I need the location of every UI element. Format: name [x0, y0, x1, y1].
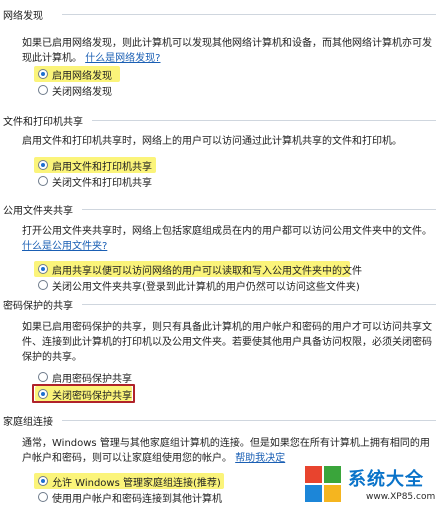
what-is-public-folder-link[interactable]: 什么是公用文件夹? [22, 241, 107, 252]
section-header-homegroup-connections: 家庭组连接 [0, 412, 440, 428]
section-header-public-folder-sharing: 公用文件夹共享 [0, 201, 440, 217]
section-title: 公用文件夹共享 [3, 206, 73, 217]
radio-disable-network-discovery[interactable]: 关闭网络发现 [38, 83, 112, 98]
radio-selected-icon [38, 389, 48, 399]
section-title: 文件和打印机共享 [3, 117, 83, 128]
radio-selected-icon [38, 160, 48, 170]
radio-enable-file-printer-sharing[interactable]: 启用文件和打印机共享 [38, 158, 152, 173]
radio-disable-file-printer-sharing[interactable]: 关闭文件和打印机共享 [38, 174, 152, 189]
radio-label: 关闭网络发现 [52, 86, 112, 98]
section-header-file-printer-sharing: 文件和打印机共享 [0, 112, 440, 128]
radio-selected-icon [38, 264, 48, 274]
section-divider [82, 304, 436, 305]
radio-selected-icon [38, 476, 48, 486]
radio-label: 启用网络发现 [52, 70, 112, 82]
section-divider [62, 420, 436, 421]
section-divider [82, 209, 436, 210]
section-description: 启用文件和打印机共享时，网络上的用户可以访问通过此计算机共享的文件和打印机。 [22, 136, 402, 147]
radio-label: 启用共享以便可以访问网络的用户可以读取和写入公用文件夹中的文件 [52, 265, 362, 277]
radio-enable-password-sharing[interactable]: 启用密码保护共享 [38, 370, 132, 385]
section-header-password-protected-sharing: 密码保护的共享 [0, 296, 440, 312]
radio-label: 启用文件和打印机共享 [52, 161, 152, 173]
radio-unselected-icon [38, 372, 48, 382]
section-divider [62, 14, 436, 15]
section-description: 打开公用文件夹共享时，网络上包括家庭组成员在内的用户都可以访问公用文件夹中的文件… [22, 226, 432, 252]
section-title: 网络发现 [3, 11, 43, 22]
radio-unselected-icon [38, 280, 48, 290]
section-header-network-discovery: 网络发现 [0, 6, 440, 22]
radio-label: 关闭密码保护共享 [52, 390, 132, 402]
section-description: 如果已启用网络发现，则此计算机可以发现其他网络计算机和设备，而其他网络计算机亦可… [22, 38, 432, 64]
radio-disable-password-sharing[interactable]: 关闭密码保护共享 [38, 387, 132, 402]
radio-label: 关闭公用文件夹共享(登录到此计算机的用户仍然可以访问这些文件夹) [52, 281, 360, 293]
what-is-network-discovery-link[interactable]: 什么是网络发现? [85, 53, 160, 64]
radio-label: 允许 Windows 管理家庭组连接(推荐) [52, 477, 221, 489]
radio-label: 启用密码保护共享 [52, 373, 132, 385]
section-title: 家庭组连接 [3, 417, 53, 428]
windows-flag-icon [305, 466, 341, 502]
radio-unselected-icon [38, 492, 48, 502]
section-description: 如果已启用密码保护的共享，则只有具备此计算机的用户帐户和密码的用户才可以访问共享… [22, 322, 432, 363]
watermark-title: 系统大全 [348, 469, 424, 490]
section-title: 密码保护的共享 [3, 301, 73, 312]
watermark-url: www.XP85.com [366, 492, 436, 502]
watermark-logo: 系统大全 www.XP85.com [300, 460, 440, 511]
radio-selected-icon [38, 69, 48, 79]
radio-label: 使用用户帐户和密码连接到其他计算机 [52, 493, 222, 505]
help-me-decide-link[interactable]: 帮助我决定 [235, 453, 285, 464]
radio-unselected-icon [38, 176, 48, 186]
radio-disable-public-folder-sharing[interactable]: 关闭公用文件夹共享(登录到此计算机的用户仍然可以访问这些文件夹) [38, 278, 360, 293]
radio-allow-windows-manage-homegroup[interactable]: 允许 Windows 管理家庭组连接(推荐) [38, 474, 221, 489]
radio-label: 关闭文件和打印机共享 [52, 177, 152, 189]
radio-unselected-icon [38, 85, 48, 95]
radio-use-user-accounts[interactable]: 使用用户帐户和密码连接到其他计算机 [38, 490, 222, 505]
radio-enable-network-discovery[interactable]: 启用网络发现 [38, 67, 112, 82]
radio-enable-public-folder-sharing[interactable]: 启用共享以便可以访问网络的用户可以读取和写入公用文件夹中的文件 [38, 262, 362, 277]
section-divider [92, 120, 436, 121]
